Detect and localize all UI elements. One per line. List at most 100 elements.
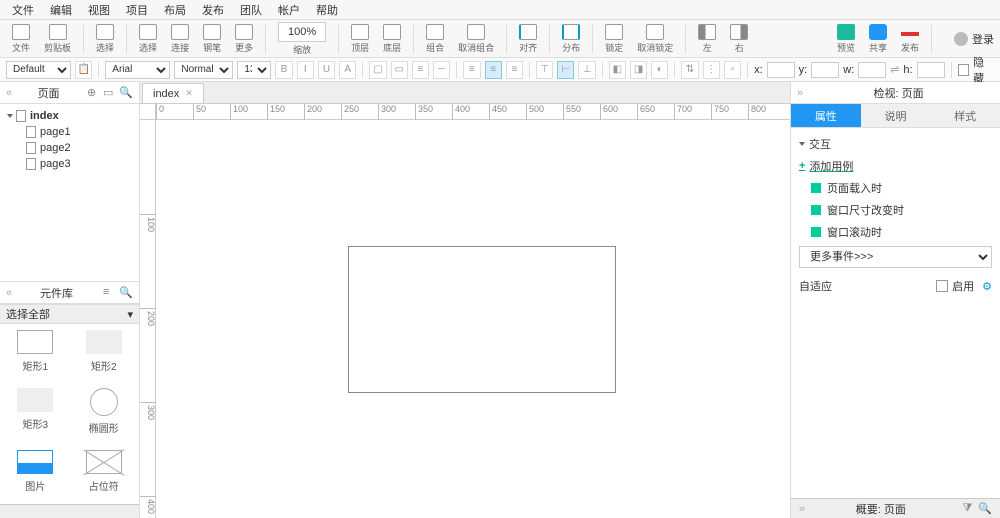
library-menu-icon[interactable]: ≡ [103, 286, 117, 300]
lock-aspect-icon[interactable]: ⇌ [890, 63, 899, 76]
widget-rect3[interactable]: 矩形3 [6, 388, 65, 440]
line-width-button[interactable]: ≡ [412, 61, 429, 79]
size-select[interactable]: 13 [237, 61, 271, 79]
shape-rectangle[interactable] [348, 246, 616, 393]
tb-top[interactable]: 顶层 [345, 21, 375, 57]
w-input[interactable] [858, 62, 886, 78]
tab-index[interactable]: index✕ [142, 83, 204, 103]
fill-color-button[interactable]: ▢ [369, 61, 386, 79]
search-outline-icon[interactable]: 🔍 [978, 502, 992, 515]
search-widget-icon[interactable]: 🔍 [119, 286, 133, 300]
tb-bottom[interactable]: 底层 [377, 21, 407, 57]
menu-view[interactable]: 视图 [80, 0, 118, 20]
tb-selectmode[interactable]: 选择 [90, 21, 120, 57]
menu-layout[interactable]: 布局 [156, 0, 194, 20]
widget-rect2[interactable]: 矩形2 [75, 330, 134, 378]
widget-ellipse[interactable]: 椭圆形 [75, 388, 134, 440]
more-events-select[interactable]: 更多事件>>> [799, 246, 992, 268]
h-input[interactable] [917, 62, 945, 78]
collapse-outline-icon[interactable]: » [799, 503, 805, 515]
y-input[interactable] [811, 62, 839, 78]
italic-button[interactable]: I [297, 61, 314, 79]
page-item[interactable]: page2 [0, 140, 139, 156]
font-select[interactable]: Arial [105, 61, 170, 79]
menu-edit[interactable]: 编辑 [42, 0, 80, 20]
tb-preview[interactable]: 预览 [831, 21, 861, 57]
login-button[interactable]: 登录 [954, 31, 994, 47]
page-item[interactable]: page1 [0, 124, 139, 140]
outer-shadow-button[interactable]: ◧ [609, 61, 626, 79]
select-all-dropdown[interactable]: 选择全部▾ [0, 304, 139, 324]
page-item[interactable]: page3 [0, 156, 139, 172]
valign-bottom-button[interactable]: ⊥ [578, 61, 595, 79]
underline-button[interactable]: U [318, 61, 335, 79]
adaptive-settings-icon[interactable]: ⚙ [982, 280, 992, 293]
weight-select[interactable]: Normal [174, 61, 233, 79]
tb-file[interactable]: 文件 [6, 21, 36, 57]
valign-middle-button[interactable]: ⊢ [557, 61, 574, 79]
canvas[interactable] [156, 120, 790, 518]
interaction-section[interactable]: 交互 [799, 136, 992, 152]
tb-right[interactable]: 右 [724, 21, 754, 57]
valign-top-button[interactable]: ⊤ [536, 61, 553, 79]
x-input[interactable] [767, 62, 795, 78]
widget-placeholder[interactable]: 占位符 [75, 450, 134, 498]
inner-shadow-button[interactable]: ◨ [630, 61, 647, 79]
menu-file[interactable]: 文件 [4, 0, 42, 20]
page-root[interactable]: index [0, 108, 139, 124]
tb-distribute[interactable]: 分布 [556, 21, 586, 57]
line-spacing-button[interactable]: ⇅ [681, 61, 698, 79]
zoom-input[interactable] [278, 22, 326, 42]
add-folder-icon[interactable]: ▭ [103, 86, 117, 100]
add-case-link[interactable]: +添加用例 [799, 158, 992, 174]
widget-image[interactable]: 图片 [6, 450, 65, 498]
tb-unlock[interactable]: 取消锁定 [631, 21, 679, 57]
tb-clipboard[interactable]: 剪贴板 [38, 21, 77, 57]
event-scroll[interactable]: 窗口滚动时 [799, 224, 992, 240]
tb-connect[interactable]: 连接 [165, 21, 195, 57]
tb-align[interactable]: 对齐 [513, 21, 543, 57]
rect-icon [17, 330, 53, 354]
page-icon [26, 142, 36, 154]
ruler-horizontal: 0501001502002503003504004505005506006507… [156, 104, 790, 120]
tb-group[interactable]: 组合 [420, 21, 450, 57]
text-color-button[interactable]: A [339, 61, 356, 79]
tb-share[interactable]: 共享 [863, 21, 893, 57]
menu-publish[interactable]: 发布 [194, 0, 232, 20]
align-center-button[interactable]: ≡ [485, 61, 502, 79]
menu-team[interactable]: 团队 [232, 0, 270, 20]
padding-button[interactable]: ▫ [724, 61, 741, 79]
event-page-load[interactable]: 页面载入时 [799, 180, 992, 196]
bold-button[interactable]: B [275, 61, 292, 79]
tb-pen[interactable]: 钢笔 [197, 21, 227, 57]
align-left-button[interactable]: ≡ [463, 61, 480, 79]
tb-left[interactable]: 左 [692, 21, 722, 57]
add-page-icon[interactable]: ⊕ [87, 86, 101, 100]
tb-ungroup[interactable]: 取消组合 [452, 21, 500, 57]
menu-account[interactable]: 帐户 [270, 0, 308, 20]
hidden-checkbox[interactable] [958, 64, 970, 76]
bullet-button[interactable]: ⋮ [703, 61, 720, 79]
align-right-button[interactable]: ≡ [506, 61, 523, 79]
tb-select[interactable]: 选择 [133, 21, 163, 57]
pen-icon [203, 24, 221, 40]
tb-more[interactable]: 更多 [229, 21, 259, 57]
line-style-button[interactable]: ╌ [433, 61, 450, 79]
copy-style-icon[interactable]: 📋 [75, 61, 92, 79]
tab-properties[interactable]: 属性 [791, 104, 861, 127]
close-tab-icon[interactable]: ✕ [185, 88, 193, 99]
tab-notes[interactable]: 说明 [861, 104, 931, 127]
style-select[interactable]: Default [6, 61, 71, 79]
event-resize[interactable]: 窗口尺寸改变时 [799, 202, 992, 218]
widget-rect1[interactable]: 矩形1 [6, 330, 65, 378]
tb-publish[interactable]: 发布 [895, 21, 925, 57]
menu-project[interactable]: 项目 [118, 0, 156, 20]
enable-adaptive[interactable]: 启用⚙ [936, 278, 992, 294]
tb-lock[interactable]: 锁定 [599, 21, 629, 57]
tab-style[interactable]: 样式 [930, 104, 1000, 127]
search-page-icon[interactable]: 🔍 [119, 86, 133, 100]
menu-help[interactable]: 帮助 [308, 0, 346, 20]
filter-icon[interactable]: ⧩ [963, 502, 973, 515]
opacity-button[interactable]: ◐ [651, 61, 668, 79]
border-button[interactable]: ▭ [391, 61, 408, 79]
